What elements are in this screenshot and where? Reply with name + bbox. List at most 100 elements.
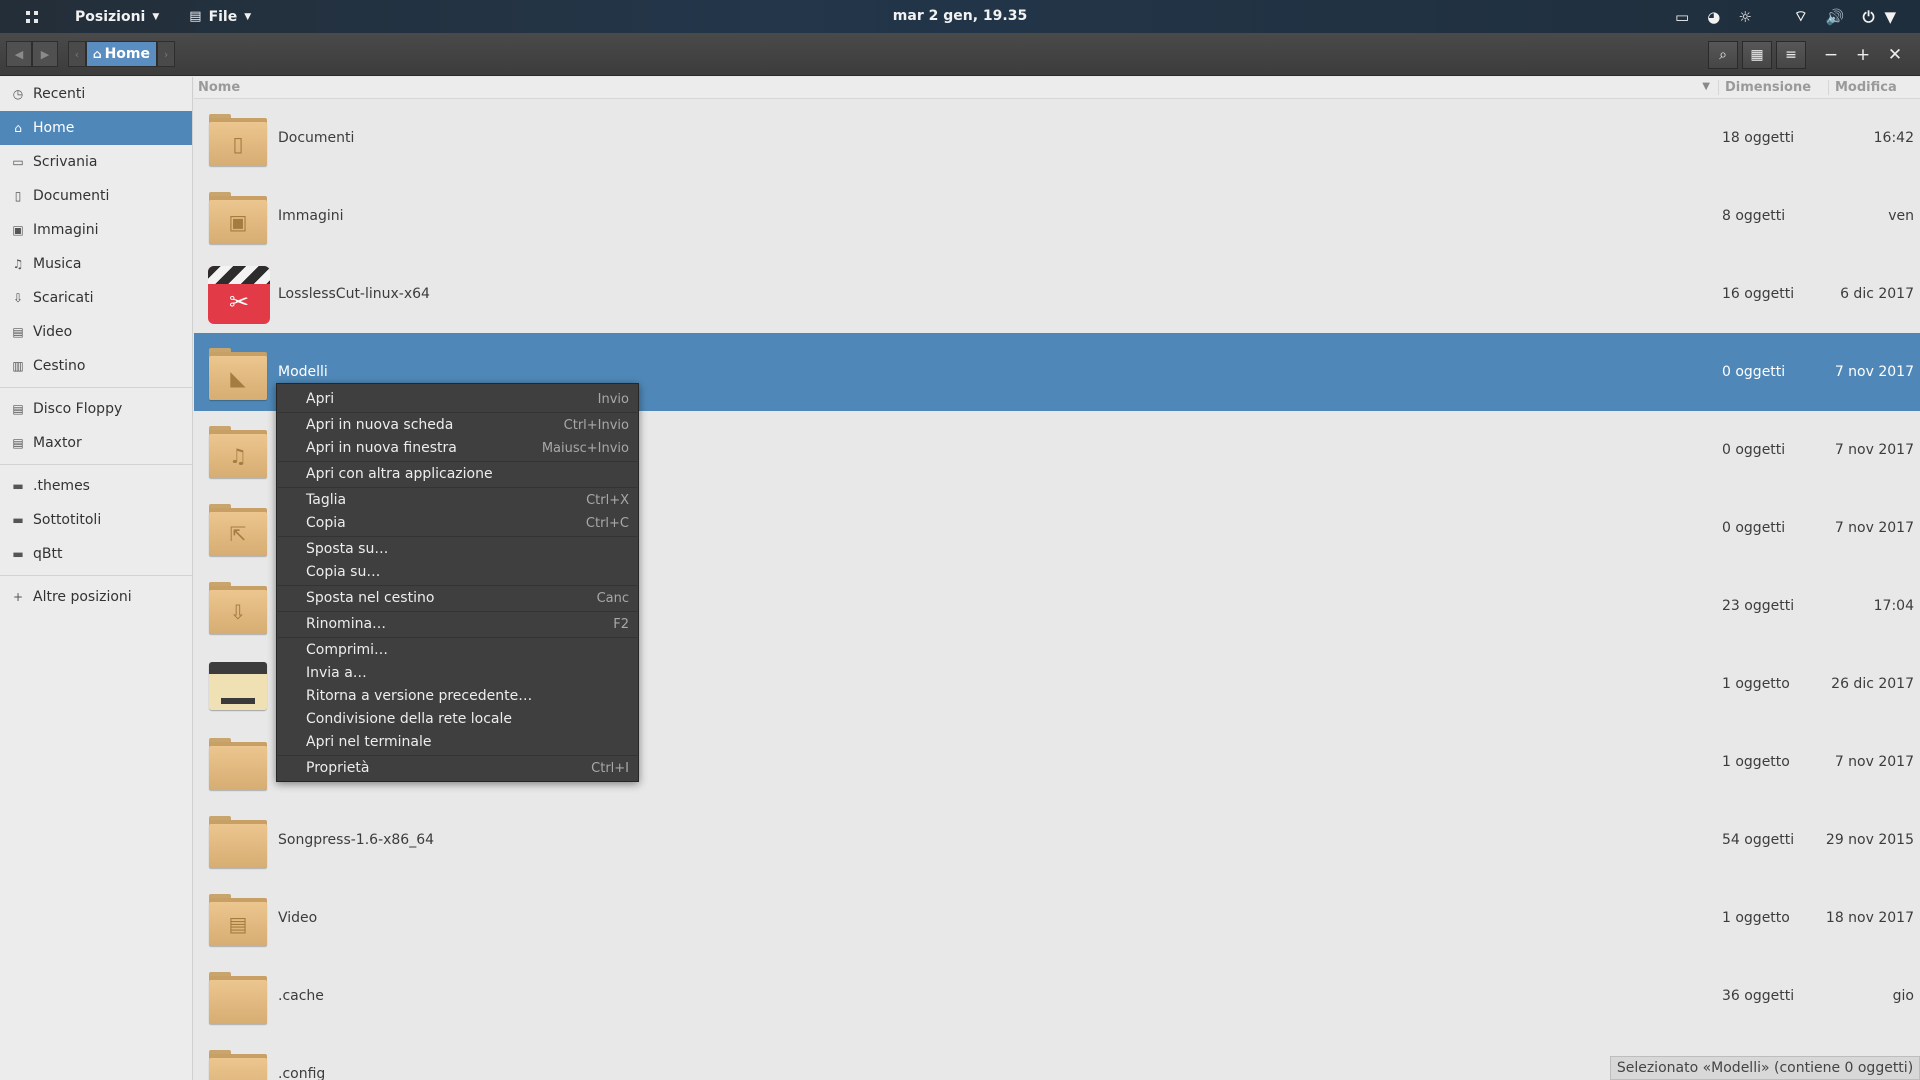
- menu-item-ritorna-versione[interactable]: Ritorna a versione precedente…: [277, 685, 638, 707]
- file-row[interactable]: ✂ LosslessCut-linux-x64 16 oggetti 6 dic…: [194, 255, 1920, 333]
- grid-view-icon: ▦: [1750, 47, 1764, 63]
- folder-public-icon: ⇱: [207, 496, 271, 560]
- file-name: Modelli: [278, 364, 328, 380]
- file-row[interactable]: Songpress-1.6-x86_64 54 oggetti 29 nov 2…: [194, 801, 1920, 879]
- document-icon: ▯: [14, 189, 22, 203]
- menu-separator: [278, 637, 637, 638]
- menu-item-rinomina[interactable]: Rinomina… F2: [277, 613, 638, 635]
- clock[interactable]: mar 2 gen, 19.35: [893, 8, 1027, 24]
- wifi-icon[interactable]: ⌔: [1794, 7, 1808, 26]
- display-icon[interactable]: ▭: [1675, 8, 1689, 26]
- menu-item-label: Condivisione della rete locale: [306, 711, 513, 727]
- sidebar-item-home[interactable]: ⌂ Home: [0, 111, 192, 145]
- sidebar-item-sottotitoli[interactable]: ▬ Sottotitoli: [0, 503, 192, 537]
- sidebar-item-scrivania[interactable]: ▭ Scrivania: [0, 145, 192, 179]
- menu-item-label: Sposta nel cestino: [306, 590, 435, 606]
- path-right-arrow[interactable]: ›: [157, 41, 176, 67]
- column-header-size[interactable]: Dimensione: [1718, 80, 1828, 95]
- menu-item-invia-a[interactable]: Invia a…: [277, 662, 638, 684]
- sidebar-item-label: Scrivania: [33, 154, 98, 170]
- column-header-name[interactable]: Nome ▼: [194, 80, 1718, 95]
- sidebar-item-video[interactable]: ▤ Video: [0, 315, 192, 349]
- sidebar-item-label: Maxtor: [33, 435, 82, 451]
- folder-icon: ▬: [12, 547, 24, 561]
- forward-button[interactable]: ▶: [32, 41, 58, 67]
- sidebar-item-label: .themes: [33, 478, 90, 494]
- back-button[interactable]: ◀: [6, 41, 32, 67]
- menu-item-accel: Ctrl+C: [585, 515, 629, 531]
- file-row[interactable]: ▯ Documenti 18 oggetti 16:42: [194, 99, 1920, 177]
- menu-item-label: Comprimi…: [306, 642, 389, 658]
- brightness-icon[interactable]: ☼: [1738, 8, 1751, 26]
- view-toggle-button[interactable]: ▦: [1742, 41, 1772, 69]
- file-row[interactable]: .cache 36 oggetti gio: [194, 957, 1920, 1035]
- menu-item-comprimi[interactable]: Comprimi…: [277, 639, 638, 661]
- losslesscut-app-icon: ✂: [207, 262, 271, 326]
- folder-icon: [207, 808, 271, 872]
- menu-item-label: Taglia: [306, 492, 347, 508]
- sidebar-item-musica[interactable]: ♫ Musica: [0, 247, 192, 281]
- menu-item-accel: Canc: [596, 590, 629, 606]
- menu-item-accel: Invio: [597, 391, 629, 407]
- menu-item-apri-nuova-scheda[interactable]: Apri in nuova scheda Ctrl+Invio: [277, 414, 638, 436]
- menu-item-sposta-su[interactable]: Sposta su…: [277, 538, 638, 560]
- sidebar-item-altre-posizioni[interactable]: + Altre posizioni: [0, 580, 192, 614]
- file-app-icon: ▤: [189, 9, 202, 24]
- sidebar-item-cestino[interactable]: ▥ Cestino: [0, 349, 192, 383]
- sidebar-item-qbtt[interactable]: ▬ qBtt: [0, 537, 192, 571]
- menu-button[interactable]: ≡: [1776, 41, 1806, 69]
- menu-item-label: Apri in nuova scheda: [306, 417, 454, 433]
- drive-icon: ▤: [12, 402, 24, 416]
- file-row[interactable]: ▣ Immagini 8 oggetti ven: [194, 177, 1920, 255]
- menu-separator: [278, 412, 637, 413]
- maximize-button[interactable]: +: [1850, 41, 1876, 69]
- menu-item-apri-terminale[interactable]: Apri nel terminale: [277, 731, 638, 753]
- places-menu[interactable]: Posizioni ▼: [67, 0, 167, 33]
- menu-item-accel: Maiusc+Invio: [541, 440, 629, 456]
- home-icon: ⌂: [14, 121, 22, 135]
- menu-item-label: Ritorna a versione precedente…: [306, 688, 533, 704]
- volume-icon[interactable]: 🔊: [1826, 8, 1845, 26]
- file-row[interactable]: ▤ Video 1 oggetto 18 nov 2017: [194, 879, 1920, 957]
- sidebar-item-recenti[interactable]: ◷ Recenti: [0, 77, 192, 111]
- menu-separator: [278, 487, 637, 488]
- sidebar-item-immagini[interactable]: ▣ Immagini: [0, 213, 192, 247]
- file-size: 8 oggetti: [1722, 208, 1786, 224]
- apps-grid-icon[interactable]: [16, 0, 48, 33]
- menu-item-apri-con[interactable]: Apri con altra applicazione: [277, 463, 638, 485]
- menu-item-proprieta[interactable]: Proprietà Ctrl+I: [277, 757, 638, 779]
- menu-item-label: Apri in nuova finestra: [306, 440, 457, 456]
- app-menu[interactable]: ▤ File ▼: [181, 0, 259, 33]
- menu-item-sposta-cestino[interactable]: Sposta nel cestino Canc: [277, 587, 638, 609]
- menu-item-taglia[interactable]: Taglia Ctrl+X: [277, 489, 638, 511]
- power-icon[interactable]: ⏻: [1863, 8, 1875, 26]
- close-button[interactable]: ✕: [1882, 41, 1908, 69]
- menu-item-apri[interactable]: Apri Invio: [277, 388, 638, 410]
- column-header-modified[interactable]: Modifica: [1828, 80, 1920, 95]
- menu-item-copia[interactable]: Copia Ctrl+C: [277, 512, 638, 534]
- menu-item-copia-su[interactable]: Copia su…: [277, 561, 638, 583]
- file-modified: gio: [1892, 988, 1914, 1004]
- search-button[interactable]: ⌕: [1708, 41, 1738, 69]
- sidebar-item-themes[interactable]: ▬ .themes: [0, 469, 192, 503]
- file-modified: 26 dic 2017: [1831, 676, 1914, 692]
- menu-item-condivisione[interactable]: Condivisione della rete locale: [277, 708, 638, 730]
- file-size: 0 oggetti: [1722, 364, 1786, 380]
- menu-item-apri-nuova-finestra[interactable]: Apri in nuova finestra Maiusc+Invio: [277, 437, 638, 459]
- chat-icon[interactable]: ◕: [1707, 8, 1720, 26]
- sidebar-item-scaricati[interactable]: ⇩ Scaricati: [0, 281, 192, 315]
- sidebar-item-documenti[interactable]: ▯ Documenti: [0, 179, 192, 213]
- sidebar-item-disco-floppy[interactable]: ▤ Disco Floppy: [0, 392, 192, 426]
- sort-down-icon: ▼: [1702, 81, 1710, 92]
- menu-item-label: Rinomina…: [306, 616, 387, 632]
- minimize-button[interactable]: −: [1818, 41, 1844, 69]
- places-menu-label: Posizioni: [75, 8, 146, 25]
- file-name: Video: [278, 910, 318, 926]
- path-home-button[interactable]: ⌂ Home: [86, 41, 158, 67]
- video-icon: ▤: [12, 325, 24, 339]
- path-left-arrow[interactable]: ‹: [68, 41, 86, 67]
- sidebar-item-label: Home: [33, 120, 75, 136]
- sidebar-item-maxtor[interactable]: ▤ Maxtor: [0, 426, 192, 460]
- chevron-down-icon[interactable]: ▼: [1884, 8, 1896, 26]
- file-size: 23 oggetti: [1722, 598, 1795, 614]
